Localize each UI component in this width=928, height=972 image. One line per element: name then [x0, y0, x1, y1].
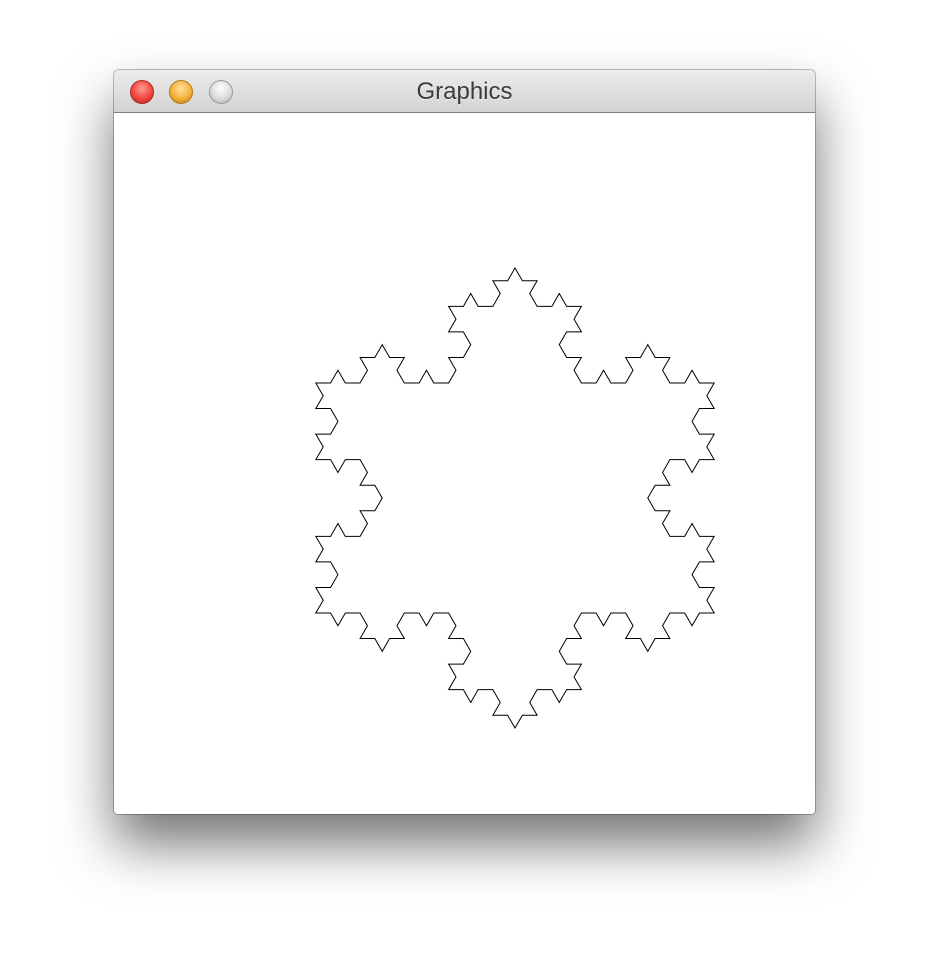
title-bar[interactable]: Graphics — [114, 70, 815, 113]
canvas-area — [114, 113, 815, 814]
graphics-canvas — [314, 267, 716, 729]
koch-snowflake — [314, 267, 716, 729]
window-title: Graphics — [416, 78, 513, 105]
graphics-window: Graphics — [114, 70, 815, 814]
